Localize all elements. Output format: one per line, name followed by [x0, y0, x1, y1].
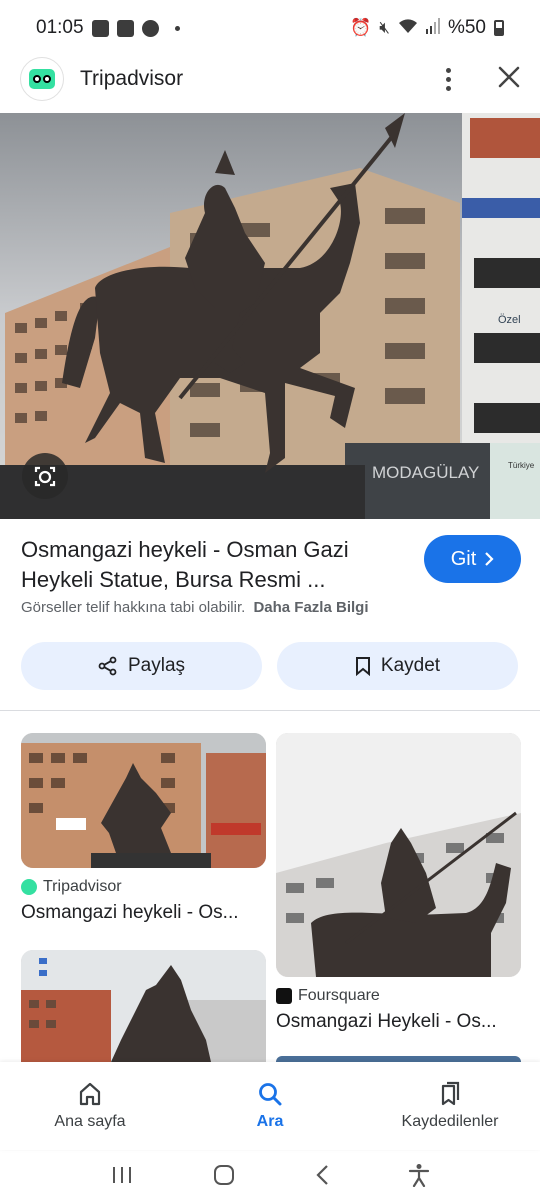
system-nav-bar [0, 1150, 540, 1200]
close-icon[interactable] [498, 64, 520, 94]
share-button[interactable]: Paylaş [21, 642, 262, 690]
learn-more-link[interactable]: Daha Fazla Bilgi [253, 599, 368, 616]
bookmarks-icon [441, 1081, 460, 1106]
bookmark-icon [355, 657, 370, 676]
sign-ozel: Özel [498, 314, 521, 326]
sign-modagulay: MODAGÜLAY [372, 463, 479, 482]
save-label: Kaydet [380, 655, 441, 676]
home-icon [79, 1082, 101, 1106]
related-thumbnail [276, 733, 521, 977]
more-options-icon[interactable] [436, 67, 460, 91]
go-button[interactable]: Git [424, 535, 521, 583]
nav-search[interactable]: Ara [180, 1062, 360, 1150]
result-title[interactable]: Osmangazi heykeli - Osman Gazi Heykeli S… [21, 535, 393, 595]
related-thumbnail [21, 733, 266, 868]
lens-search-icon[interactable] [22, 453, 68, 499]
app-bar: Tripadvisor [0, 56, 540, 102]
nav-label: Kaydedilenler [401, 1113, 499, 1130]
related-source: Foursquare [298, 987, 380, 1004]
share-label: Paylaş [127, 655, 186, 676]
nav-label: Ara [256, 1113, 284, 1130]
nav-home[interactable]: Ana sayfa [0, 1062, 180, 1150]
share-icon [98, 656, 117, 676]
actions-row: Paylaş Kaydet [21, 642, 518, 690]
nav-label: Ana sayfa [54, 1113, 126, 1130]
battery-icon [494, 20, 504, 36]
foursquare-icon [276, 988, 292, 1004]
related-card[interactable] [21, 950, 266, 1062]
related-card[interactable]: Tripadvisor Osmangazi heykeli - Os... [21, 733, 266, 924]
result-info: Osmangazi heykeli - Osman Gazi Heykeli S… [21, 535, 521, 616]
notification-dot-icon [174, 25, 180, 31]
divider [0, 710, 540, 711]
related-thumbnail [21, 950, 266, 1062]
save-button[interactable]: Kaydet [277, 642, 518, 690]
copyright-text: Görseller telif hakkına tabi olabilir. [21, 599, 246, 616]
related-title: Osmangazi heykeli - Os... [21, 902, 239, 923]
youtube-icon [116, 19, 134, 37]
nav-saved[interactable]: Kaydedilenler [360, 1062, 540, 1150]
gallery-icon [91, 19, 109, 37]
accessibility-icon[interactable] [408, 1163, 430, 1187]
sign-turkiye: Türkiye [508, 461, 535, 470]
hero-image[interactable]: Özel MODAGÜLAY Türkiye [0, 113, 540, 519]
app-title: Tripadvisor [80, 67, 184, 90]
statue-photo: Özel MODAGÜLAY Türkiye [0, 113, 540, 519]
search-icon [259, 1083, 282, 1106]
go-button-label: Git [450, 547, 477, 570]
bottom-nav: Ana sayfa Ara Kaydedilenler [0, 1062, 540, 1150]
copyright-notice: Görseller telif hakkına tabi olabilir. D… [21, 599, 368, 616]
tripadvisor-owl-icon [20, 57, 64, 101]
messenger-icon [141, 19, 159, 37]
status-time: 01:05 [36, 17, 84, 38]
mute-icon: 🔇︎ [379, 18, 390, 37]
status-bar: 01:05 ⏰ 🔇︎ %50 [0, 0, 540, 56]
back-icon[interactable] [315, 1164, 329, 1186]
battery-percent: %50 [447, 17, 486, 38]
wifi-icon [398, 18, 418, 39]
related-card[interactable]: Foursquare Osmangazi Heykeli - Os... [276, 733, 521, 1033]
tripadvisor-icon [21, 879, 37, 895]
related-source: Tripadvisor [43, 878, 122, 895]
recent-apps-icon[interactable] [110, 1165, 134, 1185]
home-button-icon[interactable] [213, 1164, 235, 1186]
signal-icon [425, 17, 440, 39]
chevron-right-icon [485, 552, 494, 566]
alarm-icon: ⏰ [350, 18, 372, 37]
related-title: Osmangazi Heykeli - Os... [276, 1011, 497, 1032]
